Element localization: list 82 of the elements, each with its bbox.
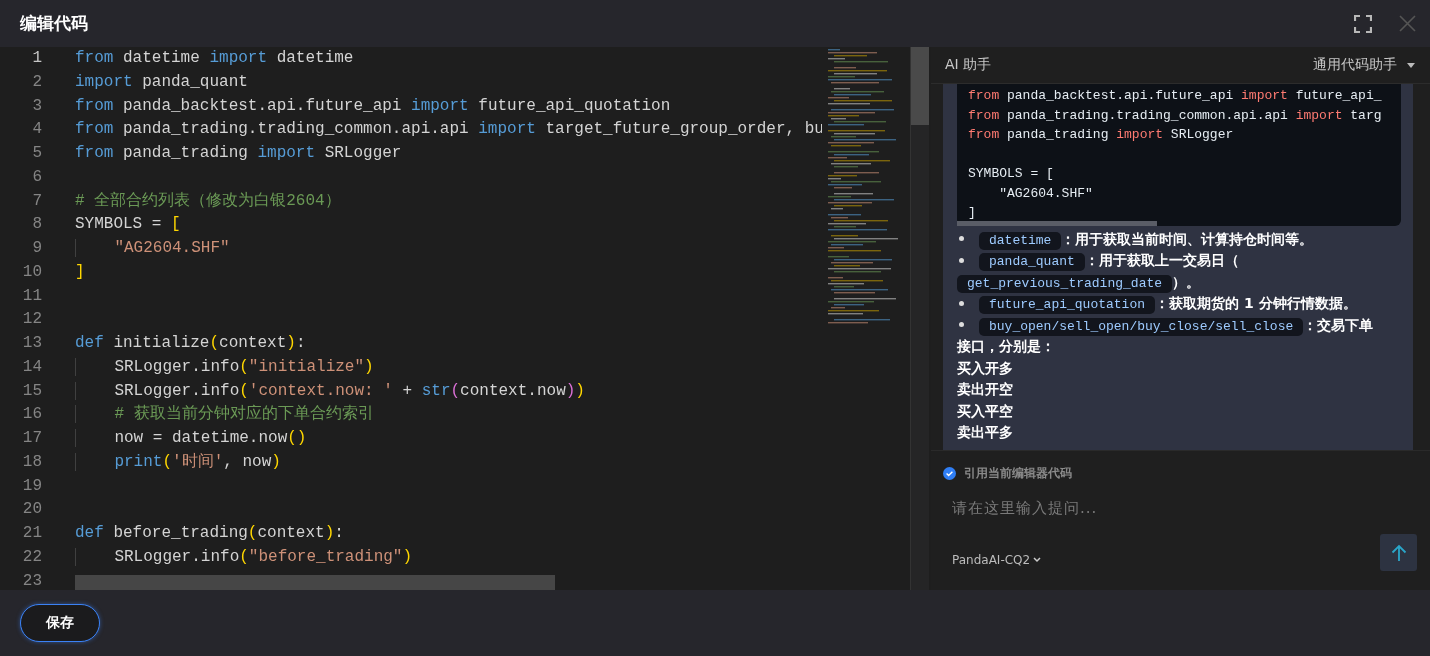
code-line: from panda_backtest.api.future_api import future_api_	[968, 87, 1383, 105]
code-line: "AG2604.SHF"	[75, 237, 230, 261]
close-icon[interactable]	[1399, 15, 1416, 32]
save-button[interactable]: 保存	[20, 604, 100, 642]
line-number: 4	[31, 119, 42, 141]
line-number: 11	[21, 285, 42, 307]
line-number: 13	[21, 333, 42, 354]
bullet-text: ）。	[1172, 273, 1201, 290]
code-line: from panda_trading import SRLogger	[75, 143, 402, 164]
line-number: 19	[21, 475, 42, 497]
inline-code: datetime	[979, 231, 1062, 250]
bullet-icon	[959, 236, 964, 241]
answer-text: 接口，分别是：	[957, 337, 1056, 356]
line-number: 8	[31, 214, 42, 236]
code-line: print('时间', now)	[75, 450, 281, 475]
line-number: 7	[31, 190, 42, 212]
line-number: 1	[31, 48, 42, 69]
line-number: 9	[31, 238, 42, 259]
bullet-text: ：交易下单	[1303, 316, 1374, 333]
up-arrow-icon	[1390, 543, 1407, 562]
code-line: ]	[75, 261, 85, 283]
code-line: from panda_trading.trading_common.api.api import target_future_group_order, bu	[75, 119, 822, 141]
checkbox[interactable]	[943, 467, 956, 480]
code-line: def before_trading(context):	[75, 523, 344, 544]
code-line: # 获取当前分钟对应的下单合约索引	[75, 403, 374, 427]
line-number: 2	[31, 71, 42, 93]
code-line: import panda_quant	[75, 71, 248, 93]
question-input[interactable]: 请在这里输入提问...	[943, 496, 1417, 520]
line-number: 10	[21, 261, 42, 283]
code-line: SRLogger.info("initialize")	[75, 355, 374, 380]
line-number: 6	[31, 166, 42, 188]
line-number: 17	[21, 428, 42, 449]
line-number: 5	[31, 143, 42, 164]
answer-text: 买入开多	[957, 358, 1014, 378]
horizontal-scrollbar[interactable]	[75, 575, 555, 590]
code-line: from panda_trading import SRLogger	[968, 126, 1235, 144]
line-number: 23	[21, 570, 42, 590]
send-button[interactable]	[1380, 534, 1417, 571]
inline-code: get_previous_trading_date	[957, 274, 1173, 293]
code-line: SYMBOLS = [	[968, 165, 1055, 183]
caret-icon	[1407, 62, 1415, 68]
code-line: now = datetime.now()	[75, 427, 307, 451]
chevron-icon	[1033, 556, 1042, 563]
line-number: 20	[21, 499, 42, 521]
code-line: def initialize(context):	[75, 333, 306, 354]
code-line: SRLogger.info('context.now: ' + str(context.now))	[75, 379, 585, 404]
bullet-text: ：用于获取上一交易日（	[1084, 252, 1239, 268]
line-number: 18	[21, 451, 42, 473]
checkbox-label: 引用当前编辑器代码	[964, 465, 1072, 482]
line-number: 14	[21, 356, 42, 378]
answer-text: 买入平空	[957, 401, 1014, 421]
line-number: 12	[21, 309, 42, 331]
model-dropdown[interactable]: PandaAI-CQ2	[943, 552, 1042, 567]
line-number: 16	[21, 404, 42, 426]
code-line: ]	[968, 204, 977, 222]
bullet-text: ：获取期货的 1 分钟行情数据。	[1155, 295, 1357, 311]
assistant-dropdown[interactable]: 通用代码助手	[1313, 56, 1415, 74]
inline-code: panda_quant	[979, 253, 1085, 271]
inline-code: buy_open/sell_open/buy_close/sell_close	[979, 317, 1304, 336]
horizontal-scrollbar[interactable]	[957, 220, 1157, 226]
fullscreen-icon[interactable]	[1354, 14, 1372, 33]
bullet-icon	[959, 257, 964, 263]
panel-title: AI 助手	[945, 56, 992, 74]
bullet-icon	[959, 322, 964, 327]
scrollbar-thumb[interactable]	[911, 47, 929, 125]
code-line: from datetime import datetime	[75, 48, 354, 69]
code-line: SYMBOLS = [	[75, 214, 181, 236]
answer-text: 卖出开空	[957, 380, 1014, 399]
window-title: 编辑代码	[20, 12, 88, 35]
line-number: 3	[31, 95, 42, 117]
line-number: 15	[21, 380, 42, 402]
bullet-text: ：用于获取当前时间、计算持仓时间等。	[1061, 230, 1314, 247]
answer-text: 卖出平多	[957, 423, 1014, 442]
line-number: 21	[21, 523, 42, 544]
bullet-icon	[959, 300, 964, 306]
code-line: from panda_backtest.api.future_api import future_api_quotation	[75, 95, 671, 117]
line-number: 22	[21, 546, 42, 568]
code-line: # 全部合约列表（修改为白银2604）	[75, 190, 341, 212]
code-line: SRLogger.info("before_trading")	[75, 545, 413, 570]
inline-code: future_api_quotation	[979, 296, 1156, 314]
code-line: "AG2604.SHF"	[998, 184, 1094, 203]
code-line: from panda_trading.trading_common.api.api import targ	[968, 106, 1383, 125]
